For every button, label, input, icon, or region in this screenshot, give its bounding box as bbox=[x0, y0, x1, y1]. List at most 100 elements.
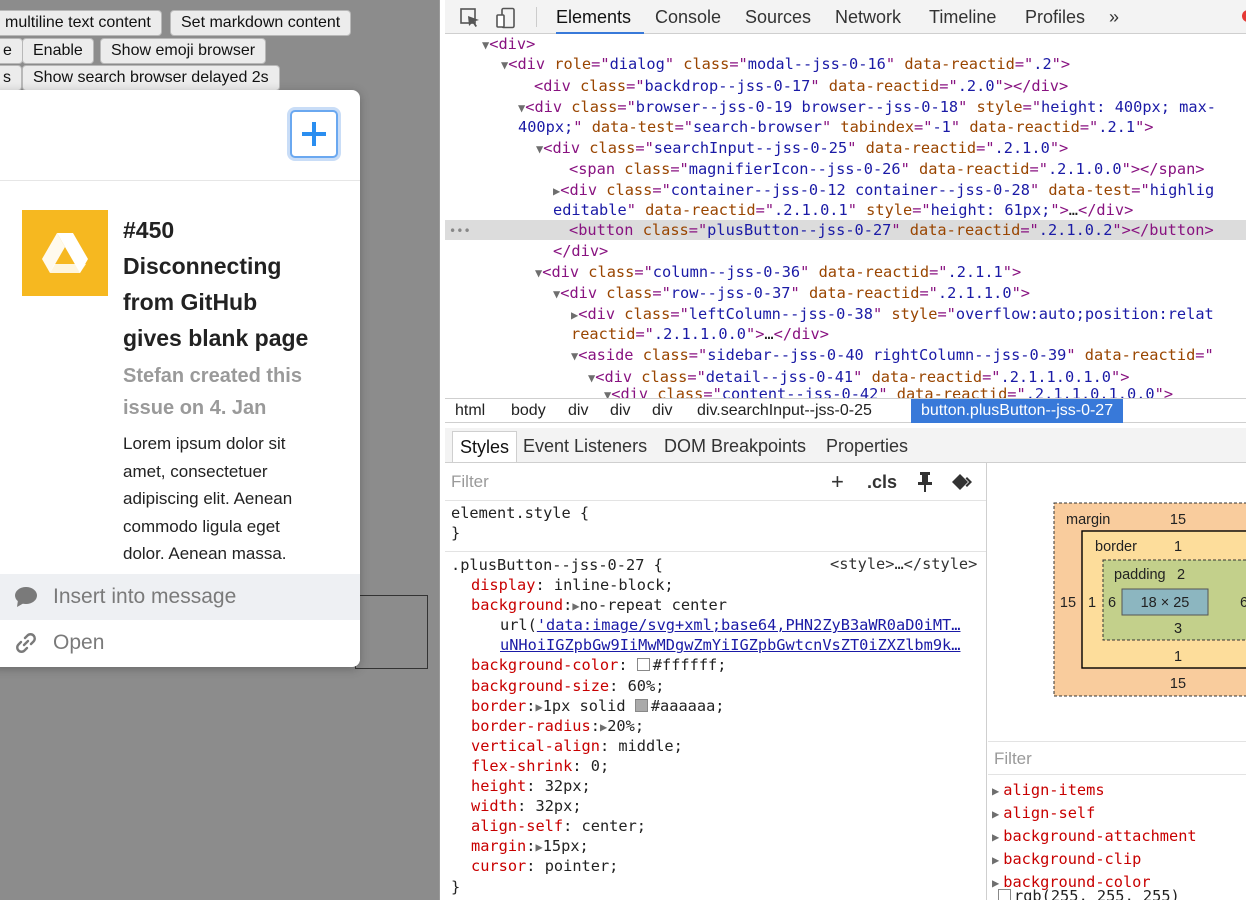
partial-left-button-1[interactable]: e bbox=[0, 38, 23, 64]
element-state-icon[interactable] bbox=[951, 473, 973, 491]
border-bottom-value[interactable]: 1 bbox=[1174, 649, 1182, 665]
subtab-event-listeners[interactable]: Event Listeners bbox=[516, 431, 654, 462]
data-url-link[interactable]: uNHoiIGZpbGw9IiMwMDgwZmYiIGZpbGwtcnVsZT0… bbox=[500, 636, 960, 654]
error-indicator-icon[interactable] bbox=[1242, 10, 1246, 22]
style-declaration[interactable]: align-self: center; bbox=[451, 816, 986, 836]
property-name[interactable]: align-self bbox=[471, 817, 563, 835]
breadcrumb-item[interactable]: div bbox=[564, 399, 592, 423]
breadcrumb-item[interactable]: div bbox=[606, 399, 634, 423]
computed-property[interactable]: ▶ background-attachment bbox=[992, 825, 1246, 848]
property-name[interactable]: border bbox=[471, 697, 526, 715]
property-value[interactable]: pointer; bbox=[545, 857, 619, 875]
more-actions-icon[interactable]: ••• bbox=[449, 224, 471, 238]
partial-left-button-2[interactable]: s bbox=[0, 65, 22, 91]
dom-node-line[interactable]: <span class="magnifierIcon--jss-0-26" da… bbox=[445, 159, 1205, 179]
property-name[interactable]: vertical-align bbox=[471, 737, 600, 755]
property-name[interactable]: display bbox=[471, 576, 535, 594]
property-value[interactable]: 32px; bbox=[545, 777, 591, 795]
border-top-value[interactable]: 1 bbox=[1174, 539, 1182, 555]
property-name[interactable]: border-radius bbox=[471, 717, 591, 735]
expand-triangle-icon[interactable]: ▶ bbox=[992, 807, 999, 821]
property-name[interactable]: background-size bbox=[471, 677, 609, 695]
style-declaration[interactable]: flex-shrink: 0; bbox=[451, 756, 986, 776]
tab-timeline[interactable]: Timeline bbox=[929, 0, 996, 34]
tab-profiles[interactable]: Profiles bbox=[1025, 0, 1085, 34]
expand-triangle-icon[interactable]: ▶ bbox=[535, 700, 542, 714]
margin-left-value[interactable]: 15 bbox=[1060, 595, 1076, 611]
property-value[interactable]: #aaaaaa; bbox=[651, 697, 725, 715]
element-style-block[interactable]: element.style { } bbox=[451, 503, 986, 543]
style-declaration[interactable]: height: 32px; bbox=[451, 776, 986, 796]
rule-selector[interactable]: .plusButton--jss-0-27 { bbox=[451, 555, 986, 575]
property-value[interactable]: 20%; bbox=[607, 717, 644, 735]
tab-network[interactable]: Network bbox=[835, 0, 901, 34]
dom-node-line[interactable]: ▼<div class="searchInput--jss-0-25" data… bbox=[445, 138, 1068, 158]
set-markdown-button[interactable]: Set markdown content bbox=[170, 10, 352, 36]
multiline-text-button[interactable]: multiline text content bbox=[0, 10, 162, 36]
expand-triangle-icon[interactable]: ▶ bbox=[535, 840, 542, 854]
search-input-area[interactable] bbox=[0, 90, 360, 181]
padding-bottom-value[interactable]: 3 bbox=[1174, 621, 1182, 637]
dom-node-line[interactable]: <div class="backdrop--jss-0-17" data-rea… bbox=[445, 76, 1068, 96]
color-swatch[interactable] bbox=[634, 698, 648, 712]
subtab-dom-breakpoints[interactable]: DOM Breakpoints bbox=[657, 431, 813, 462]
padding-right-value[interactable]: 6 bbox=[1240, 595, 1246, 611]
computed-property[interactable]: ▶ align-self bbox=[992, 802, 1246, 825]
property-name[interactable]: cursor bbox=[471, 857, 526, 875]
breadcrumb-item[interactable]: button.plusButton--jss-0-27 bbox=[911, 399, 1124, 423]
dom-node-line[interactable]: editable" data-reactid=".2.1.0.1" style=… bbox=[445, 200, 1133, 220]
margin-top-value[interactable]: 15 bbox=[1170, 512, 1186, 528]
property-name[interactable]: flex-shrink bbox=[471, 757, 572, 775]
property-value[interactable]: 1px solid bbox=[543, 697, 635, 715]
dom-node-line[interactable]: 400px;" data-test="search-browser" tabin… bbox=[445, 117, 1154, 137]
style-declaration[interactable]: border:▶1px solid #aaaaaa; bbox=[451, 696, 986, 716]
tab-sources[interactable]: Sources bbox=[745, 0, 811, 34]
property-value[interactable]: #ffffff; bbox=[653, 656, 727, 674]
data-url-link[interactable]: 'data:image/svg+xml;base64,PHN2ZyB3aWR0a… bbox=[537, 616, 961, 634]
color-swatch[interactable] bbox=[998, 889, 1011, 900]
property-value[interactable]: 0; bbox=[591, 757, 609, 775]
subtab-properties[interactable]: Properties bbox=[819, 431, 915, 462]
style-declaration[interactable]: cursor: pointer; bbox=[451, 856, 986, 876]
property-name[interactable]: background-color bbox=[471, 656, 618, 674]
style-declaration[interactable]: vertical-align: middle; bbox=[451, 736, 986, 756]
tab-elements[interactable]: Elements bbox=[556, 0, 644, 34]
computed-property[interactable]: ▶ background-clip bbox=[992, 848, 1246, 871]
tab-more[interactable]: » bbox=[1109, 0, 1119, 34]
style-declaration[interactable]: background-size: 60%; bbox=[451, 676, 986, 696]
property-name[interactable]: height bbox=[471, 777, 526, 795]
property-value[interactable]: 32px; bbox=[535, 797, 581, 815]
style-declaration[interactable]: border-radius:▶20%; bbox=[451, 716, 986, 736]
breadcrumb-item[interactable]: div.searchInput--jss-0-25 bbox=[693, 399, 876, 423]
style-declaration[interactable]: margin:▶15px; bbox=[451, 836, 986, 856]
styles-filter-input[interactable]: Filter bbox=[451, 472, 489, 492]
property-name[interactable]: width bbox=[471, 797, 517, 815]
style-declaration[interactable]: background:▶no-repeat center bbox=[451, 595, 986, 615]
show-search-browser-delayed-button[interactable]: Show search browser delayed 2s bbox=[22, 65, 280, 91]
open-action[interactable]: Open bbox=[0, 620, 360, 666]
property-value[interactable]: no-repeat center bbox=[580, 596, 727, 614]
breadcrumb-item[interactable]: body bbox=[507, 399, 550, 423]
tab-console[interactable]: Console bbox=[655, 0, 721, 34]
dom-node-line[interactable]: ▼<div> bbox=[445, 34, 535, 54]
class-toggle-button[interactable]: .cls bbox=[867, 472, 897, 493]
style-declaration[interactable]: display: inline-block; bbox=[451, 575, 986, 595]
new-style-rule-button[interactable]: + bbox=[831, 469, 844, 495]
enable-button[interactable]: Enable bbox=[22, 38, 94, 64]
computed-property[interactable]: ▶ align-items bbox=[992, 779, 1246, 802]
computed-property-name[interactable]: align-items bbox=[1003, 781, 1104, 799]
dom-node-line[interactable]: ▼<div class="column--jss-0-36" data-reac… bbox=[445, 262, 1021, 282]
breadcrumb-item[interactable]: html bbox=[451, 399, 489, 423]
padding-left-value[interactable]: 6 bbox=[1108, 595, 1116, 611]
breadcrumb-item[interactable]: div bbox=[648, 399, 676, 423]
computed-property-name[interactable]: align-self bbox=[1003, 804, 1095, 822]
style-declaration[interactable]: background-color: #ffffff; bbox=[451, 655, 986, 675]
dom-node-line[interactable]: ▶<div class="leftColumn--jss-0-38" style… bbox=[445, 304, 1214, 324]
property-value[interactable]: 15px; bbox=[543, 837, 589, 855]
dom-node-line[interactable]: ▼<div class="browser--jss-0-19 browser--… bbox=[445, 97, 1216, 117]
property-name[interactable]: margin bbox=[471, 837, 526, 855]
property-value[interactable]: middle; bbox=[618, 737, 682, 755]
property-value[interactable]: 60%; bbox=[628, 677, 665, 695]
dom-node-line[interactable]: ▼<div class="row--jss-0-37" data-reactid… bbox=[445, 283, 1030, 303]
dom-node-line[interactable]: ▼<aside class="sidebar--jss-0-40 rightCo… bbox=[445, 345, 1214, 365]
